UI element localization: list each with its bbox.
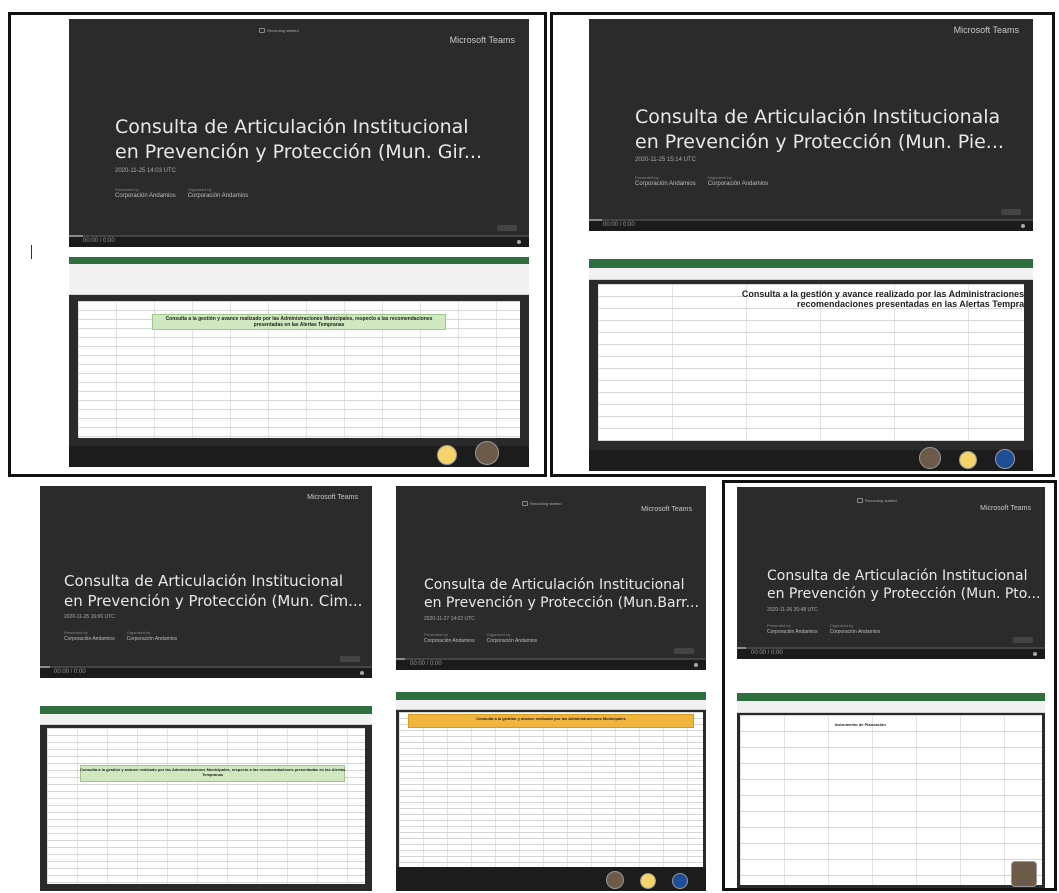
menu-icon[interactable] [1033,652,1037,656]
meeting-people: Presented by Corporación Andamios Organiz… [64,630,178,642]
participant-avatar [995,449,1015,469]
menu-icon[interactable] [360,671,364,675]
sheet-header-text: Instrumento de Planeación [834,722,886,728]
participant-video [606,871,624,889]
participant-avatar [437,445,457,465]
recording-notice: Recording started [259,27,299,34]
player-bar: 00:00 / 0:00 [589,221,1033,231]
participant-avatar [959,451,977,469]
recording-video-3[interactable]: Microsoft Teams Consulta de Articulación… [40,486,372,678]
player-bar: 00:00 / 0:00 [737,649,1045,659]
meeting-title: Consulta de Articulación Institucional en… [767,568,1041,603]
app-brand: Microsoft Teams [641,506,692,513]
excel-ribbon[interactable] [40,706,372,725]
sheet-header-text: Consulta a la gestión y avance realizado… [741,288,1025,309]
meeting-title: Consulta de Articulación Institucionala e… [635,106,1004,154]
participant-video [919,447,941,469]
app-brand: Microsoft Teams [307,494,358,501]
settings-button[interactable] [497,225,517,231]
status-bar [396,867,706,891]
meeting-date: 2020-11-25 16:06 UTC [64,614,115,620]
excel-ribbon[interactable] [737,693,1045,713]
recording-video-1[interactable]: Recording started Microsoft Teams Consul… [69,19,529,247]
app-brand: Microsoft Teams [980,505,1031,512]
meeting-panel-4: Recording started Microsoft Teams Consul… [386,480,716,891]
recording-video-2[interactable]: Microsoft Teams Consulta de Articulación… [589,19,1033,231]
spreadsheet-grid[interactable] [399,711,703,868]
record-icon [522,501,528,506]
status-bar [69,446,529,467]
record-icon [259,28,265,33]
excel-ribbon[interactable] [396,692,706,710]
meeting-panel-2: Microsoft Teams Consulta de Articulación… [550,12,1055,477]
settings-button[interactable] [1001,209,1021,215]
meeting-date: 2020-11-27 14:02 UTC [424,616,475,622]
meeting-title: Consulta de Articulación Institucional en… [115,116,482,164]
participant-avatar [640,873,656,889]
app-brand: Microsoft Teams [953,25,1019,35]
menu-icon[interactable] [517,240,521,244]
settings-button[interactable] [674,648,694,654]
recording-video-4[interactable]: Recording started Microsoft Teams Consul… [396,486,706,670]
meeting-people: Presented by Corporación Andamios Organiz… [767,623,881,635]
sheet-header-text: Consulta a la gestión y avance realizado… [80,767,346,778]
spreadsheet-grid[interactable] [46,728,366,884]
spreadsheet-grid[interactable] [740,714,1042,886]
shared-spreadsheet-1[interactable]: Consulta a la gestión y avance realizado… [69,257,529,467]
shared-spreadsheet-4[interactable]: Consulta a la gestión y avance realizado… [396,692,706,891]
player-bar: 00:00 / 0:00 [69,237,529,247]
settings-button[interactable] [1013,637,1033,643]
meeting-date: 2020-11-25 15:14 UTC [635,157,696,163]
text-cursor [31,245,32,259]
meeting-panel-1: Recording started Microsoft Teams Consul… [8,12,547,477]
shared-spreadsheet-3[interactable]: Consulta a la gestión y avance realizado… [40,706,372,891]
meeting-title: Consulta de Articulación Institucional en… [424,577,699,612]
app-brand: Microsoft Teams [449,35,515,45]
meeting-panel-5: Recording started Microsoft Teams Consul… [722,480,1057,891]
excel-ribbon[interactable] [589,259,1033,281]
settings-button[interactable] [340,656,360,662]
meeting-title: Consulta de Articulación Institucional en… [64,572,363,610]
meeting-panel-3: Microsoft Teams Consulta de Articulación… [8,480,383,891]
player-bar: 00:00 / 0:00 [396,660,706,670]
recording-notice: Recording started [857,497,897,504]
menu-icon[interactable] [694,663,698,667]
meeting-people: Presented by Corporación Andamios Organiz… [424,632,538,644]
player-bar: 00:00 / 0:00 [40,668,372,678]
meeting-people: Presented by Corporación Andamios Organiz… [635,175,769,187]
participant-avatar [672,873,688,889]
meeting-people: Presented by Corporación Andamios Organiz… [115,187,249,199]
excel-ribbon[interactable] [69,257,529,295]
sheet-header-text: Consulta a la gestión y avance realizado… [165,315,433,328]
recording-video-5[interactable]: Recording started Microsoft Teams Consul… [737,487,1045,659]
participant-video [475,441,499,465]
shared-spreadsheet-5[interactable]: Instrumento de Planeación [737,693,1045,888]
menu-icon[interactable] [1021,224,1025,228]
meeting-date: 2020-11-26 20:48 UTC [767,607,818,613]
record-icon [857,498,863,503]
participant-video [1011,861,1037,887]
meeting-date: 2020-11-25 14:03 UTC [115,168,176,174]
recording-notice: Recording started [522,500,562,507]
sheet-header-text: Consulta a la gestión y avance realizado… [476,715,626,721]
shared-spreadsheet-2[interactable]: Consulta a la gestión y avance realizado… [589,259,1033,471]
